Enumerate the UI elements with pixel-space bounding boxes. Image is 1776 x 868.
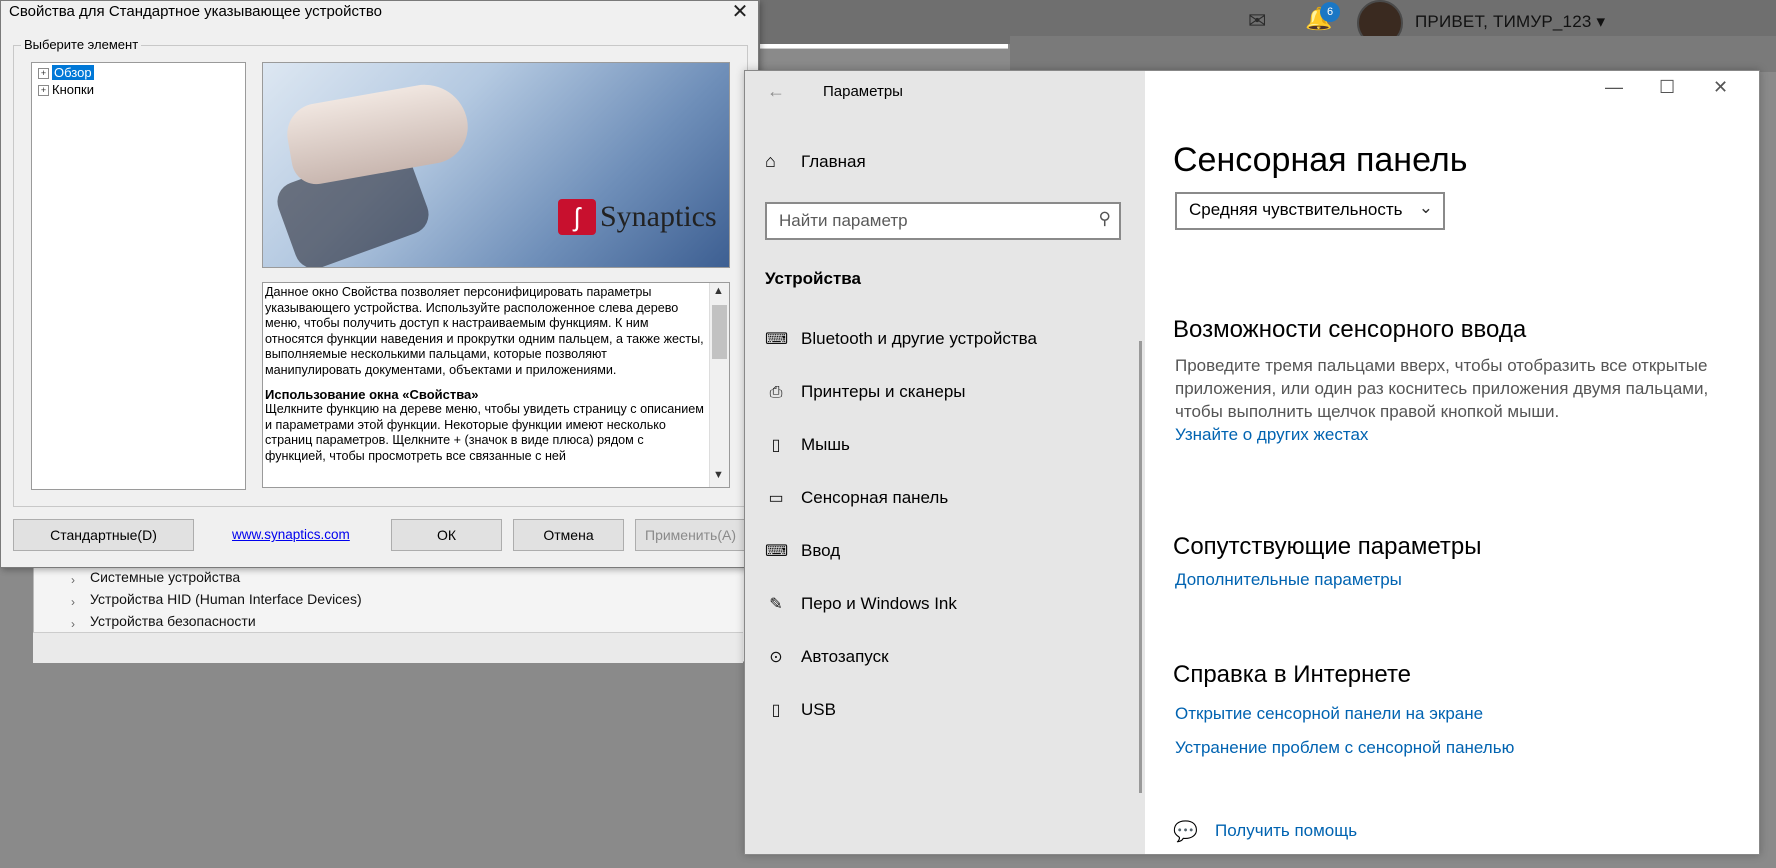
window-controls: — ☐ ✕	[1595, 71, 1755, 111]
close-icon[interactable]: ✕	[1713, 77, 1728, 98]
home-icon: ⌂	[765, 151, 776, 171]
related-section-heading: Сопутствующие параметры	[1173, 533, 1482, 560]
expand-icon[interactable]: +	[38, 68, 49, 80]
synaptics-logo: ʃ Synaptics	[558, 199, 717, 235]
status-bar	[33, 632, 743, 663]
dialog-title: Свойства для Стандартное указывающее уст…	[9, 3, 383, 20]
nav-item-label: Перо и Windows Ink	[801, 594, 957, 613]
settings-window: ← Параметры ⌂ Главная Найти параметр ⚲ Ус…	[744, 70, 1760, 855]
help-paragraph: Данное окно Свойства позволяет персонифи…	[265, 285, 704, 377]
bluetooth-devices-icon: ⌨	[765, 331, 789, 348]
tree-item-buttons[interactable]: + Кнопки	[38, 82, 94, 97]
search-box[interactable]: Найти параметр ⚲	[765, 202, 1121, 240]
nav-section-heading: Устройства	[765, 269, 861, 288]
device-category[interactable]: Системные устройства	[90, 569, 240, 585]
chevron-right-icon[interactable]: ›	[71, 595, 75, 609]
sensitivity-dropdown[interactable]: Средняя чувствительность ⌄	[1175, 192, 1445, 230]
dropdown-value: Средняя чувствительность	[1189, 200, 1403, 219]
settings-sidebar: ← Параметры ⌂ Главная Найти параметр ⚲ Ус…	[745, 71, 1145, 854]
chevron-down-icon: ⌄	[1418, 198, 1433, 217]
get-help-link[interactable]: Получить помощь	[1215, 821, 1357, 841]
touch-section-heading: Возможности сенсорного ввода	[1173, 316, 1527, 343]
touchpad-icon: ▭	[768, 490, 784, 507]
defaults-button[interactable]: Стандартные(D)	[13, 519, 194, 551]
user-greeting[interactable]: ПРИВЕТ, ТИМУР_123 ▾	[1415, 12, 1605, 32]
synaptics-properties-dialog: Свойства для Стандартное указывающее уст…	[0, 0, 759, 568]
nav-item-label: USB	[801, 700, 836, 719]
help-text-box: Данное окно Свойства позволяет персонифи…	[262, 282, 730, 488]
help-link[interactable]: Открытие сенсорной панели на экране	[1175, 704, 1483, 724]
scroll-up-icon[interactable]: ▲	[713, 285, 724, 297]
synaptics-mark-icon: ʃ	[558, 199, 596, 235]
help-chat-icon: 💬	[1173, 821, 1198, 843]
nav-home-label: Главная	[801, 152, 866, 171]
window-title: Параметры	[823, 83, 903, 100]
settings-tree: + Обзор + Кнопки	[31, 62, 246, 490]
mouse-icon: ▯	[771, 437, 781, 454]
ok-button[interactable]: ОК	[391, 519, 502, 551]
nav-item-label: Мышь	[801, 435, 850, 454]
tree-item-label: Обзор	[52, 65, 94, 80]
help-heading: Использование окна «Свойства»	[265, 386, 479, 402]
printer-icon: ⎙	[769, 384, 783, 401]
sidebar-scrollbar[interactable]	[1139, 341, 1142, 793]
scrollbar[interactable]: ▲ ▼	[709, 283, 729, 487]
mail-icon[interactable]: ✉	[1248, 8, 1266, 34]
nav-item-label: Автозапуск	[801, 647, 889, 666]
keyboard-icon: ⌨	[765, 543, 789, 560]
tree-item-label: Кнопки	[52, 82, 94, 97]
nav-item-label: Ввод	[801, 541, 841, 560]
nav-item-label: Bluetooth и другие устройства	[801, 329, 1037, 348]
nav-item-mouse[interactable]: ▯ Мышь	[765, 435, 850, 455]
usb-icon: ▯	[771, 702, 781, 719]
synaptics-website-link[interactable]: www.synaptics.com	[232, 527, 350, 542]
notification-badge: 6	[1320, 2, 1340, 22]
chevron-right-icon[interactable]: ›	[71, 617, 75, 631]
group-label: Выберите элемент	[21, 37, 142, 52]
apply-button[interactable]: Применить(A)	[635, 519, 746, 551]
nav-item-label: Сенсорная панель	[801, 488, 949, 507]
nav-item-autoplay[interactable]: ⊙ Автозапуск	[765, 647, 889, 667]
expand-icon[interactable]: +	[38, 85, 49, 97]
pen-icon: ✎	[769, 596, 783, 613]
help-paragraph: Щелкните функцию на дереве меню, чтобы у…	[265, 402, 704, 463]
search-icon[interactable]: ⚲	[1099, 209, 1111, 229]
nav-item-typing[interactable]: ⌨ Ввод	[765, 541, 840, 561]
nav-item-printers[interactable]: ⎙ Принтеры и сканеры	[765, 382, 966, 402]
close-icon[interactable]: ✕	[728, 1, 752, 23]
device-category[interactable]: Устройства HID (Human Interface Devices)	[90, 591, 362, 607]
minimize-icon[interactable]: —	[1605, 77, 1623, 98]
additional-settings-link[interactable]: Дополнительные параметры	[1175, 570, 1402, 590]
nav-item-label: Принтеры и сканеры	[801, 382, 966, 401]
device-category[interactable]: Устройства безопасности	[90, 613, 256, 629]
cancel-button[interactable]: Отмена	[513, 519, 624, 551]
page-title: Сенсорная панель	[1173, 141, 1468, 179]
touchpad-photo: ʃ Synaptics	[262, 62, 730, 268]
nav-item-usb[interactable]: ▯ USB	[765, 700, 836, 720]
help-text: Данное окно Свойства позволяет персонифи…	[265, 285, 705, 473]
search-input[interactable]: Найти параметр	[779, 211, 908, 231]
nav-item-touchpad[interactable]: ▭ Сенсорная панель	[765, 488, 948, 508]
scroll-thumb[interactable]	[712, 305, 727, 359]
maximize-icon[interactable]: ☐	[1659, 77, 1675, 98]
nav-home[interactable]: ⌂ Главная	[765, 151, 866, 172]
web-subbar	[1010, 36, 1776, 72]
touch-description: Проведите тремя пальцами вверх, чтобы от…	[1175, 356, 1709, 421]
chevron-right-icon[interactable]: ›	[71, 573, 75, 587]
nav-item-pen[interactable]: ✎ Перо и Windows Ink	[765, 594, 957, 614]
help-section-heading: Справка в Интернете	[1173, 661, 1412, 688]
back-arrow-icon[interactable]: ←	[767, 81, 785, 102]
nav-item-bluetooth[interactable]: ⌨ Bluetooth и другие устройства	[765, 329, 1037, 349]
help-link[interactable]: Устранение проблем с сенсорной панелью	[1175, 738, 1514, 758]
scroll-down-icon[interactable]: ▼	[713, 469, 724, 481]
gestures-link[interactable]: Узнайте о других жестах	[1175, 425, 1368, 445]
autoplay-icon: ⊙	[769, 649, 783, 666]
tree-item-overview[interactable]: + Обзор	[38, 65, 94, 80]
finger-shape	[282, 77, 474, 189]
